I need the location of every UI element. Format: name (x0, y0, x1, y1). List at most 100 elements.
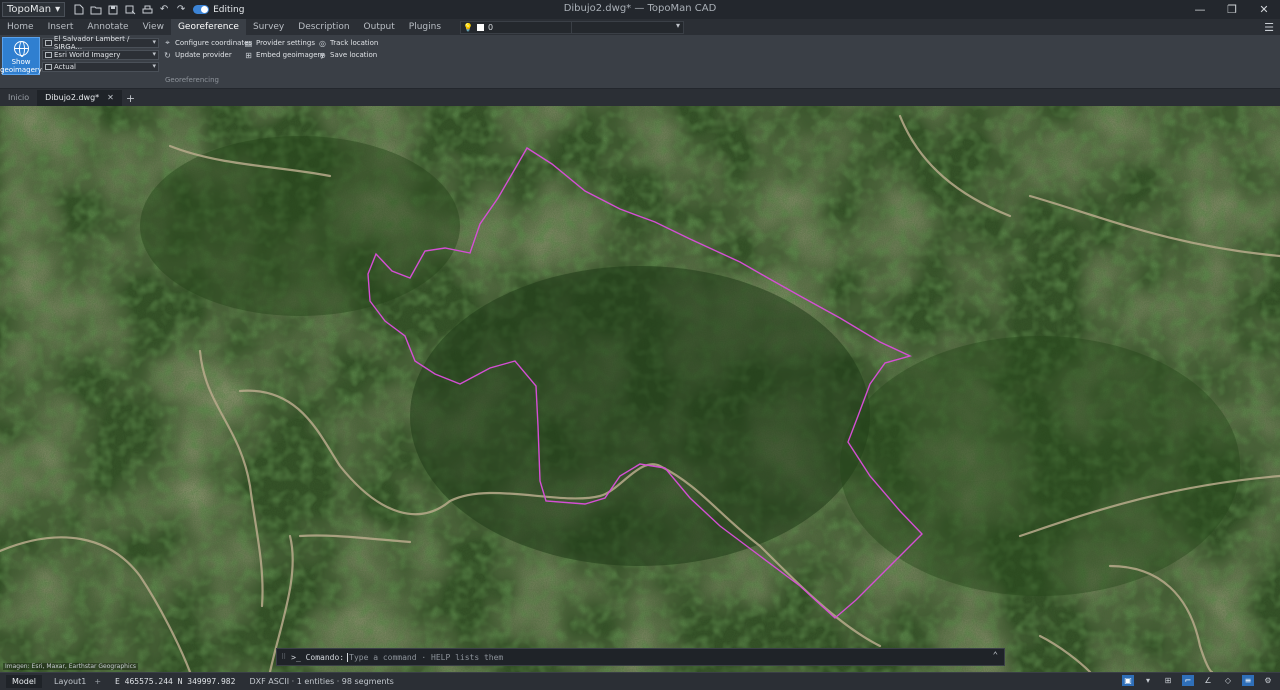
embed-geoimagery-button[interactable]: ⊞ Embed geoimagery (244, 50, 325, 60)
new-file-icon[interactable] (73, 4, 85, 16)
layer-dropdown[interactable] (572, 20, 685, 34)
ortho-icon[interactable]: ⌐ (1182, 675, 1194, 686)
layer-selector[interactable]: 💡 0 (460, 20, 573, 34)
layer-name: 0 (488, 22, 494, 32)
settings-icon: ▤ (244, 38, 253, 48)
redo-icon[interactable]: ↷ (175, 4, 187, 16)
tab-survey[interactable]: Survey (246, 19, 291, 35)
tab-output[interactable]: Output (357, 19, 402, 35)
chevron-down-icon: ▾ (152, 50, 156, 58)
date-combo[interactable]: Actual ▾ (42, 62, 159, 72)
settings-icon[interactable]: ⚙ (1262, 675, 1274, 686)
minimize-icon[interactable]: — (1184, 0, 1216, 19)
tab-dibujo2-label: Dibujo2.dwg* (45, 93, 100, 102)
tab-plugins[interactable]: Plugins (402, 19, 448, 35)
chevron-down-icon: ▾ (152, 62, 156, 70)
location-pin-icon: ⊕ (319, 50, 326, 60)
save-as-icon[interactable] (124, 4, 136, 16)
open-folder-icon[interactable] (90, 4, 102, 16)
coordinates-icon: ⌖ (165, 38, 170, 47)
window-controls: — ❐ ✕ (1184, 0, 1280, 19)
tab-inicio[interactable]: Inicio (0, 90, 37, 106)
configure-coordinates-button[interactable]: ⌖ Configure coordinates (163, 38, 252, 48)
cursor-coordinates: E 465575.244 N 349997.982 (115, 677, 236, 686)
track-location-button[interactable]: ◎ Track location (318, 38, 378, 48)
tab-insert[interactable]: Insert (41, 19, 81, 35)
chevron-down-icon: ▾ (55, 4, 61, 15)
configure-coordinates-label: Configure coordinates (175, 39, 253, 47)
update-provider-button[interactable]: ↻ Update provider (163, 50, 232, 60)
print-icon[interactable] (141, 4, 153, 16)
command-input[interactable] (347, 652, 948, 662)
embed-geoimagery-label: Embed geoimagery (256, 51, 325, 59)
grid-icon[interactable]: ⊞ (1162, 675, 1174, 686)
calendar-icon (45, 64, 52, 70)
chevron-up-icon[interactable]: ⌃ (993, 651, 998, 661)
snap-icon[interactable]: ▣ (1122, 675, 1134, 686)
crs-icon (45, 40, 52, 46)
embed-icon: ⊞ (245, 50, 252, 60)
show-geoimagery-button[interactable]: Show geoimagery (0, 37, 42, 75)
property-boundary[interactable] (367, 147, 923, 619)
save-location-label: Save location (330, 51, 378, 59)
document-tabs: Inicio Dibujo2.dwg* ✕ + (0, 90, 1280, 106)
status-toggles: ▣ ▾ ⊞ ⌐ ∠ ◇ ≡ ⚙ (1122, 675, 1274, 686)
tab-description[interactable]: Description (291, 19, 356, 35)
title-bar: TopoMan ▾ ↶ ↷ Editing Dibujo2.dwg* — Top… (0, 0, 1280, 19)
tab-home[interactable]: Home (0, 19, 41, 35)
track-location-label: Track location (330, 39, 379, 47)
lightbulb-icon: 💡 (463, 22, 474, 32)
app-menu-button[interactable]: TopoMan ▾ (2, 2, 66, 17)
map-canvas[interactable]: Imagen: Esri, Maxar, Earthstar Geographi… (0, 106, 1280, 672)
close-icon[interactable]: ✕ (1248, 0, 1280, 19)
refresh-icon: ↻ (164, 50, 171, 60)
window-title: Dibujo2.dwg* — TopoMan CAD (563, 3, 717, 14)
tab-dibujo2[interactable]: Dibujo2.dwg* ✕ (37, 90, 122, 106)
globe-icon (13, 41, 29, 57)
lineweight-icon[interactable]: ≡ (1242, 675, 1254, 686)
provider-combo[interactable]: Esri World Imagery ▾ (42, 50, 159, 60)
provider-settings-label: Provider settings (256, 39, 315, 47)
save-location-button[interactable]: ⊕ Save location (318, 50, 377, 60)
crs-combo[interactable]: El Salvador Lambert / SIRGA... ▾ (42, 35, 159, 51)
ribbon-panel: Show geoimagery El Salvador Lambert / SI… (0, 35, 1280, 89)
show-geoimagery-label: Show geoimagery (0, 58, 42, 74)
polar-icon[interactable]: ∠ (1202, 675, 1214, 686)
provider-icon (45, 52, 52, 58)
date-value: Actual (54, 63, 76, 71)
tab-layout1[interactable]: Layout1 (48, 675, 92, 688)
provider-value: Esri World Imagery (54, 51, 121, 59)
quick-access-toolbar: ↶ ↷ (73, 4, 187, 16)
drawing-info: DXF ASCII · 1 entities · 98 segments (249, 677, 394, 686)
close-tab-icon[interactable]: ✕ (107, 90, 114, 106)
tab-model[interactable]: Model (6, 675, 43, 688)
imagery-attribution: Imagen: Esri, Maxar, Earthstar Geographi… (3, 663, 139, 670)
boundary-layer (367, 147, 923, 619)
status-bar: Model Layout1 + E 465575.244 N 349997.98… (0, 672, 1280, 690)
layer-color-swatch (477, 23, 485, 31)
undo-icon[interactable]: ↶ (158, 4, 170, 16)
restore-icon[interactable]: ❐ (1216, 0, 1248, 19)
add-layout-icon[interactable]: + (94, 677, 101, 686)
new-tab-icon[interactable]: + (126, 92, 135, 105)
tab-georeference[interactable]: Georeference (170, 19, 246, 35)
update-provider-label: Update provider (175, 51, 232, 59)
command-prompt: >_ Comando: (291, 652, 345, 662)
chevron-down-icon: ▾ (152, 38, 156, 46)
provider-settings-button[interactable]: ▤ Provider settings (244, 38, 315, 48)
ribbon-tabs: Home Insert Annotate View Georeference S… (0, 19, 1280, 35)
save-icon[interactable] (107, 4, 119, 16)
app-menu-label: TopoMan (7, 4, 52, 15)
chevron-down-icon[interactable]: ▾ (1142, 675, 1154, 686)
tab-annotate[interactable]: Annotate (80, 19, 135, 35)
ribbon-group-label: Georeferencing (165, 76, 219, 84)
target-icon: ◎ (319, 38, 326, 48)
editing-toggle[interactable] (193, 5, 210, 14)
editing-label: Editing (213, 4, 245, 15)
command-line: ⠿ >_ Comando: ⌃ (276, 648, 1005, 666)
osnap-icon[interactable]: ◇ (1222, 675, 1234, 686)
tab-view[interactable]: View (136, 19, 171, 35)
drag-handle-icon[interactable]: ⠿ (281, 653, 286, 661)
menu-icon[interactable]: ☰ (1264, 21, 1274, 34)
crs-value: El Salvador Lambert / SIRGA... (53, 35, 130, 51)
